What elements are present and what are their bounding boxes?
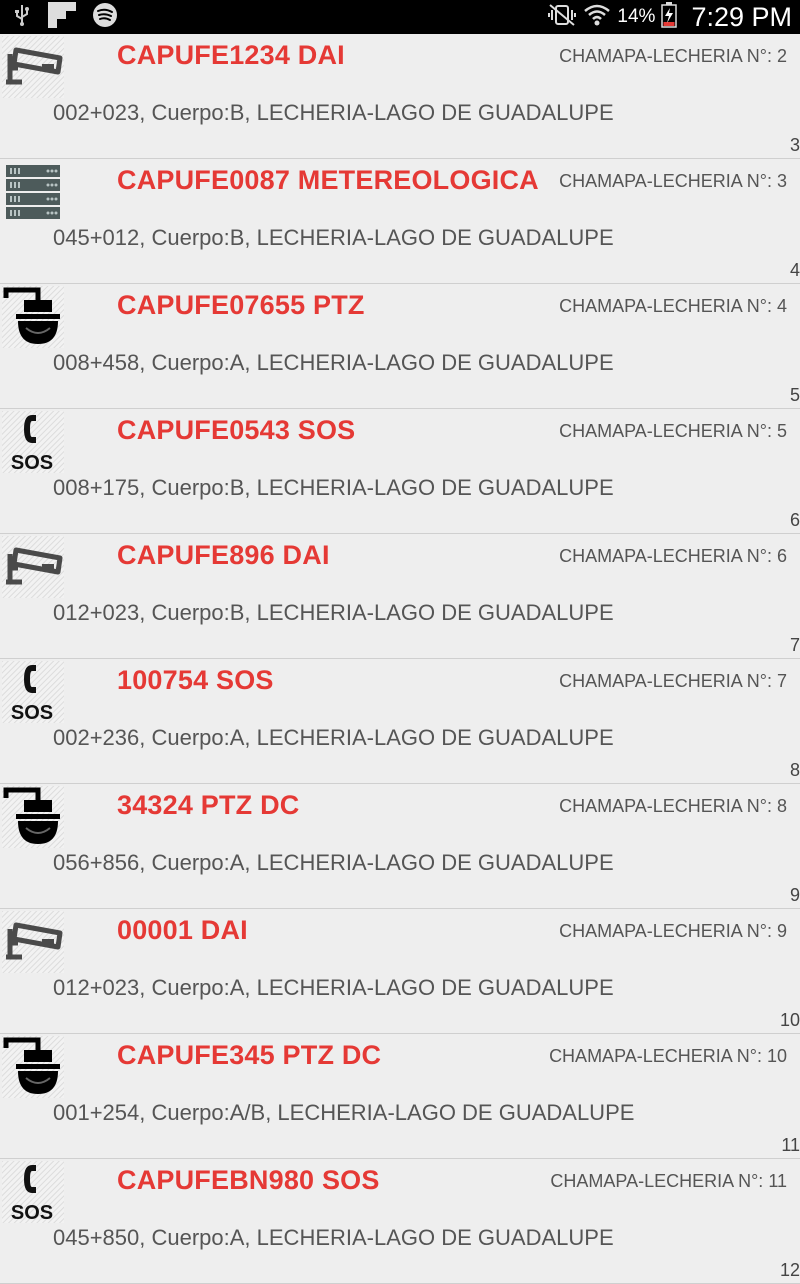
device-address: 045+850, Cuerpo:A, LECHERIA-LAGO DE GUAD… (53, 1225, 614, 1250)
device-address: 002+236, Cuerpo:A, LECHERIA-LAGO DE GUAD… (53, 725, 614, 750)
device-address: 001+254, Cuerpo:A/B, LECHERIA-LAGO DE GU… (53, 1100, 635, 1125)
item-count: 5 (789, 385, 800, 405)
device-title: 100754 SOS (117, 665, 274, 695)
item-count: 4 (789, 260, 800, 280)
list-item[interactable]: CAPUFE1234 DAI CHAMAPA-LECHERIA N°: 2 00… (0, 34, 800, 159)
ptz-camera-icon (2, 786, 64, 848)
device-location: CHAMAPA-LECHERIA N°: 11 (550, 1171, 787, 1191)
device-address: 008+458, Cuerpo:A, LECHERIA-LAGO DE GUAD… (53, 350, 614, 375)
device-location: CHAMAPA-LECHERIA N°: 5 (559, 421, 787, 441)
list-item[interactable]: 34324 PTZ DC CHAMAPA-LECHERIA N°: 8 056+… (0, 784, 800, 909)
spotify-icon (92, 2, 118, 33)
dai-camera-icon (2, 36, 64, 98)
list-item[interactable]: CAPUFE896 DAI CHAMAPA-LECHERIA N°: 6 012… (0, 534, 800, 659)
device-list: CAPUFE1234 DAI CHAMAPA-LECHERIA N°: 2 00… (0, 34, 800, 1284)
device-address: 012+023, Cuerpo:B, LECHERIA-LAGO DE GUAD… (53, 600, 614, 625)
ptz-camera-icon (2, 1036, 64, 1098)
item-count: 8 (789, 760, 800, 780)
ptz-camera-icon (2, 286, 64, 348)
device-location: CHAMAPA-LECHERIA N°: 7 (559, 671, 787, 691)
list-item[interactable]: 00001 DAI CHAMAPA-LECHERIA N°: 9 012+023… (0, 909, 800, 1034)
list-item[interactable]: CAPUFE345 PTZ DC CHAMAPA-LECHERIA N°: 10… (0, 1034, 800, 1159)
battery-percent: 14% (617, 6, 656, 27)
list-item[interactable]: CAPUFE07655 PTZ CHAMAPA-LECHERIA N°: 4 0… (0, 284, 800, 409)
device-address: 012+023, Cuerpo:A, LECHERIA-LAGO DE GUAD… (53, 975, 614, 1000)
device-title: CAPUFE345 PTZ DC (117, 1040, 382, 1070)
device-location: CHAMAPA-LECHERIA N°: 4 (559, 296, 787, 316)
device-title: CAPUFE1234 DAI (117, 40, 345, 70)
device-title: CAPUFE896 DAI (117, 540, 330, 570)
wifi-icon (583, 2, 611, 33)
item-count: 10 (779, 1010, 800, 1030)
svg-text:SOS: SOS (11, 1202, 53, 1223)
notification-icons (12, 1, 118, 33)
system-indicators: 14% 7:29 PM (547, 0, 792, 34)
item-count: 7 (789, 635, 800, 655)
svg-text:SOS: SOS (11, 452, 53, 473)
sos-phone-icon: SOS (2, 661, 64, 723)
device-title: CAPUFE0543 SOS (117, 415, 356, 445)
sos-phone-icon: SOS (2, 411, 64, 473)
device-location: CHAMAPA-LECHERIA N°: 3 (559, 171, 787, 191)
dai-camera-icon (2, 911, 64, 973)
list-item[interactable]: SOS 100754 SOS CHAMAPA-LECHERIA N°: 7 00… (0, 659, 800, 784)
item-count: 9 (789, 885, 800, 905)
sos-phone-icon: SOS (2, 1161, 64, 1223)
usb-icon (12, 3, 32, 32)
dai-camera-icon (2, 536, 64, 598)
battery-charging-icon (661, 1, 678, 33)
list-item[interactable]: CAPUFE0087 METEREOLOGICA CHAMAPA-LECHERI… (0, 159, 800, 284)
device-location: CHAMAPA-LECHERIA N°: 2 (559, 46, 787, 66)
device-location: CHAMAPA-LECHERIA N°: 10 (549, 1046, 787, 1066)
device-location: CHAMAPA-LECHERIA N°: 6 (559, 546, 787, 566)
item-count: 12 (779, 1260, 800, 1280)
device-address: 056+856, Cuerpo:A, LECHERIA-LAGO DE GUAD… (53, 850, 614, 875)
device-address: 045+012, Cuerpo:B, LECHERIA-LAGO DE GUAD… (53, 225, 614, 250)
clock: 7:29 PM (691, 1, 792, 32)
flipboard-icon (48, 1, 76, 33)
list-item[interactable]: SOS CAPUFEBN980 SOS CHAMAPA-LECHERIA N°:… (0, 1159, 800, 1284)
device-location: CHAMAPA-LECHERIA N°: 9 (559, 921, 787, 941)
item-count: 11 (781, 1135, 800, 1155)
item-count: 6 (789, 510, 800, 530)
svg-text:SOS: SOS (11, 702, 53, 723)
device-title: CAPUFE0087 METEREOLOGICA (117, 165, 539, 195)
device-title: CAPUFEBN980 SOS (117, 1165, 380, 1195)
device-address: 002+023, Cuerpo:B, LECHERIA-LAGO DE GUAD… (53, 100, 614, 125)
device-location: CHAMAPA-LECHERIA N°: 8 (559, 796, 787, 816)
status-bar: 14% 7:29 PM (0, 0, 800, 34)
server-icon (2, 161, 64, 223)
item-count: 3 (789, 135, 800, 155)
device-title: 00001 DAI (117, 915, 248, 945)
vibrate-silent-icon (547, 3, 577, 32)
device-title: CAPUFE07655 PTZ (117, 290, 365, 320)
device-address: 008+175, Cuerpo:B, LECHERIA-LAGO DE GUAD… (53, 475, 614, 500)
device-title: 34324 PTZ DC (117, 790, 300, 820)
list-item[interactable]: SOS CAPUFE0543 SOS CHAMAPA-LECHERIA N°: … (0, 409, 800, 534)
